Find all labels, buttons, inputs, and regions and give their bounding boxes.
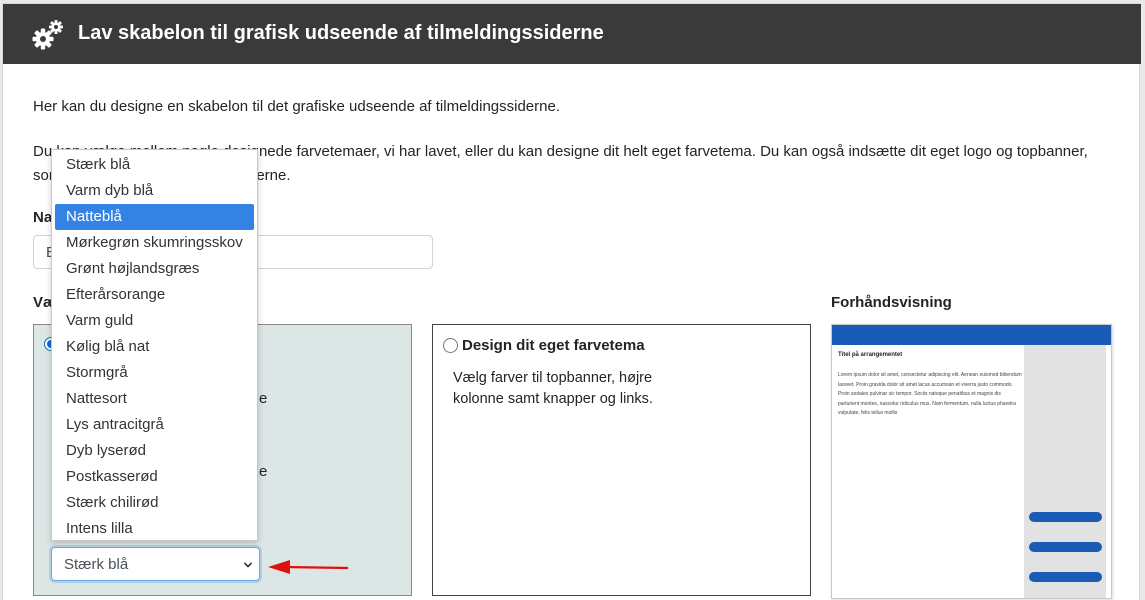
- preview-event-title: Titel på arrangementet: [838, 352, 903, 358]
- intro-text-2-end-suffix: erne.: [256, 167, 291, 184]
- preview-topbanner: [832, 325, 1111, 345]
- theme-option[interactable]: Stormgrå: [55, 360, 254, 386]
- theme-option[interactable]: Nattesort: [55, 386, 254, 412]
- theme-select-value: Stærk blå: [64, 555, 129, 573]
- theme-option[interactable]: Kølig blå nat: [55, 334, 254, 360]
- theme-option[interactable]: Intens lilla: [55, 516, 254, 542]
- page-title: Lav skabelon til grafisk udseende af til…: [78, 22, 604, 44]
- box1-text-fragment: e: [259, 390, 268, 407]
- custom-theme-description: Vælg farver til topbanner, højre kolonne…: [453, 370, 653, 407]
- chevron-down-icon: [243, 562, 253, 568]
- intro-text: Her kan du designe en skabelon til det g…: [33, 98, 560, 115]
- theme-option-highlighted[interactable]: Natteblå: [55, 204, 254, 230]
- theme-option[interactable]: Mørkegrøn skumringsskov: [55, 230, 254, 256]
- theme-preview: Titel på arrangementet Lorem ipsum dolor…: [831, 324, 1112, 599]
- preview-button: [1029, 572, 1102, 582]
- theme-option[interactable]: Dyb lyserød: [55, 438, 254, 464]
- theme-option[interactable]: Stærk blå: [55, 152, 254, 178]
- custom-theme-box[interactable]: Design dit eget farvetema Vælg farver ti…: [432, 324, 811, 596]
- page-header: Lav skabelon til grafisk udseende af til…: [3, 4, 1141, 64]
- custom-theme-radio[interactable]: [443, 338, 458, 353]
- preview-body-text: Lorem ipsum dolor sit amet, consectetur …: [838, 372, 1022, 417]
- theme-option[interactable]: Efterårsorange: [55, 282, 254, 308]
- theme-option[interactable]: Grønt højlandsgræs: [55, 256, 254, 282]
- red-arrow-annotation: [268, 560, 349, 574]
- theme-dropdown-list[interactable]: Stærk blå Varm dyb blå Natteblå Mørkegrø…: [51, 149, 258, 541]
- theme-option[interactable]: Lys antracitgrå: [55, 412, 254, 438]
- custom-theme-label: Design dit eget farvetema: [462, 337, 645, 354]
- box1-text-fragment: e: [259, 463, 268, 480]
- gears-icon: [32, 20, 63, 50]
- theme-option[interactable]: Varm guld: [55, 308, 254, 334]
- preview-label: Forhåndsvisning: [831, 294, 952, 311]
- theme-option[interactable]: Stærk chilirød: [55, 490, 254, 516]
- name-label: Na: [33, 209, 53, 226]
- theme-select[interactable]: Stærk blå: [51, 547, 260, 581]
- preview-button: [1029, 512, 1102, 522]
- theme-option[interactable]: Varm dyb blå: [55, 178, 254, 204]
- preview-button: [1029, 542, 1102, 552]
- preview-right-column: [1024, 345, 1106, 598]
- intro-text-2-mid: nede farvetemaer, vi har lavet, eller du…: [258, 143, 1088, 160]
- theme-option[interactable]: Postkasserød: [55, 464, 254, 490]
